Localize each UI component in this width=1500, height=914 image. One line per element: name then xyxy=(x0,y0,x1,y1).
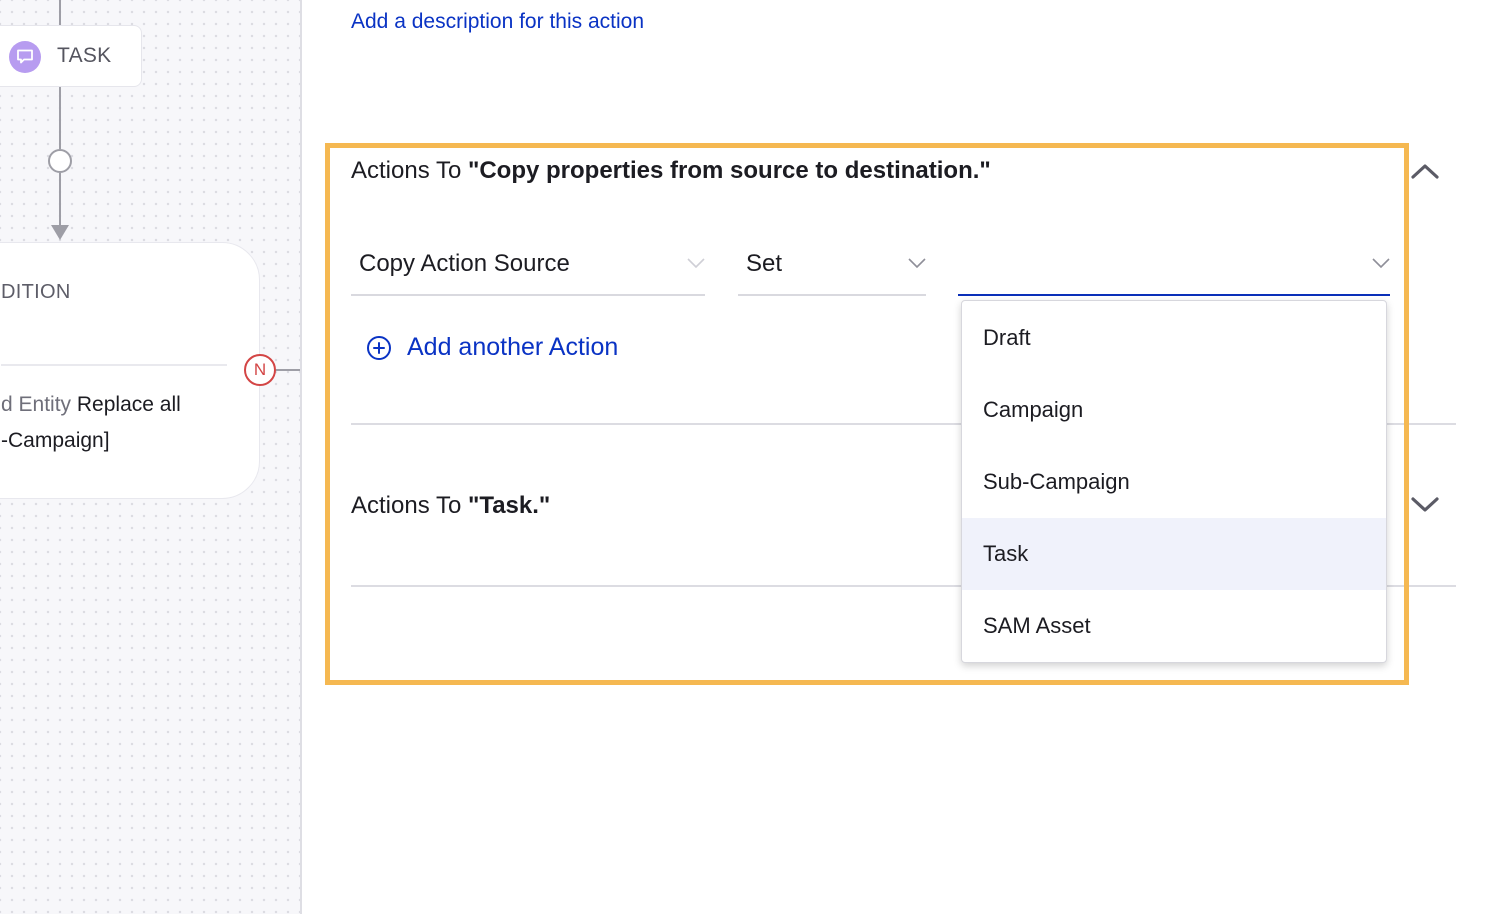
add-description-link[interactable]: Add a description for this action xyxy=(351,10,644,34)
value-select[interactable] xyxy=(958,238,1390,296)
connector-line xyxy=(276,369,300,371)
dropdown-option-task[interactable]: Task xyxy=(962,518,1386,590)
select-value: Set xyxy=(746,250,783,277)
connector-line xyxy=(59,87,61,149)
no-branch-badge[interactable]: N xyxy=(244,354,276,386)
connector-line xyxy=(59,0,61,26)
chevron-up-icon[interactable] xyxy=(1410,161,1440,181)
section-title-task[interactable]: Actions To "Task." xyxy=(351,492,550,520)
task-node[interactable]: TASK xyxy=(0,25,142,87)
section-title-prefix: Actions To xyxy=(351,157,468,184)
condition-node-body: d Entity Replace all -Campaign] xyxy=(1,387,181,459)
chat-bubble-icon xyxy=(9,41,41,73)
dropdown-option-campaign[interactable]: Campaign xyxy=(962,374,1386,446)
task-node-label: TASK xyxy=(57,44,112,67)
section-title-prefix: Actions To xyxy=(351,492,468,519)
add-step-node[interactable] xyxy=(48,149,72,173)
dropdown-option-sam-asset[interactable]: SAM Asset xyxy=(962,590,1386,662)
chevron-down-icon xyxy=(687,258,705,269)
add-another-action-label: Add another Action xyxy=(407,333,619,361)
select-value: Copy Action Source xyxy=(359,250,570,277)
chevron-down-icon[interactable] xyxy=(1410,495,1440,515)
section-title-copy-properties[interactable]: Actions To "Copy properties from source … xyxy=(351,157,991,185)
section-title-name: "Task." xyxy=(467,492,551,519)
dropdown-option-draft[interactable]: Draft xyxy=(962,302,1386,374)
condition-node[interactable]: DITION d Entity Replace all -Campaign] xyxy=(0,242,260,499)
condition-node-title: DITION xyxy=(1,281,71,303)
value-dropdown-menu: Draft Campaign Sub-Campaign Task SAM Ass… xyxy=(961,300,1387,663)
condition-operator: Replace all xyxy=(71,393,181,416)
chevron-down-icon xyxy=(908,258,926,269)
divider xyxy=(1,364,227,366)
arrow-down-icon xyxy=(51,225,69,240)
add-another-action-button[interactable]: Add another Action xyxy=(366,333,618,362)
condition-entity-label: d Entity xyxy=(1,393,72,416)
copy-action-source-select[interactable]: Copy Action Source xyxy=(351,238,705,296)
operation-select[interactable]: Set xyxy=(738,238,926,296)
connector-line xyxy=(59,173,61,229)
chevron-down-icon xyxy=(1372,258,1390,269)
section-title-name: "Copy properties from source to destinat… xyxy=(467,157,991,184)
condition-value: -Campaign] xyxy=(1,429,110,452)
dropdown-option-sub-campaign[interactable]: Sub-Campaign xyxy=(962,446,1386,518)
workflow-canvas[interactable]: TASK DITION d Entity Replace all -Campai… xyxy=(0,0,302,914)
plus-circle-icon xyxy=(367,335,391,360)
